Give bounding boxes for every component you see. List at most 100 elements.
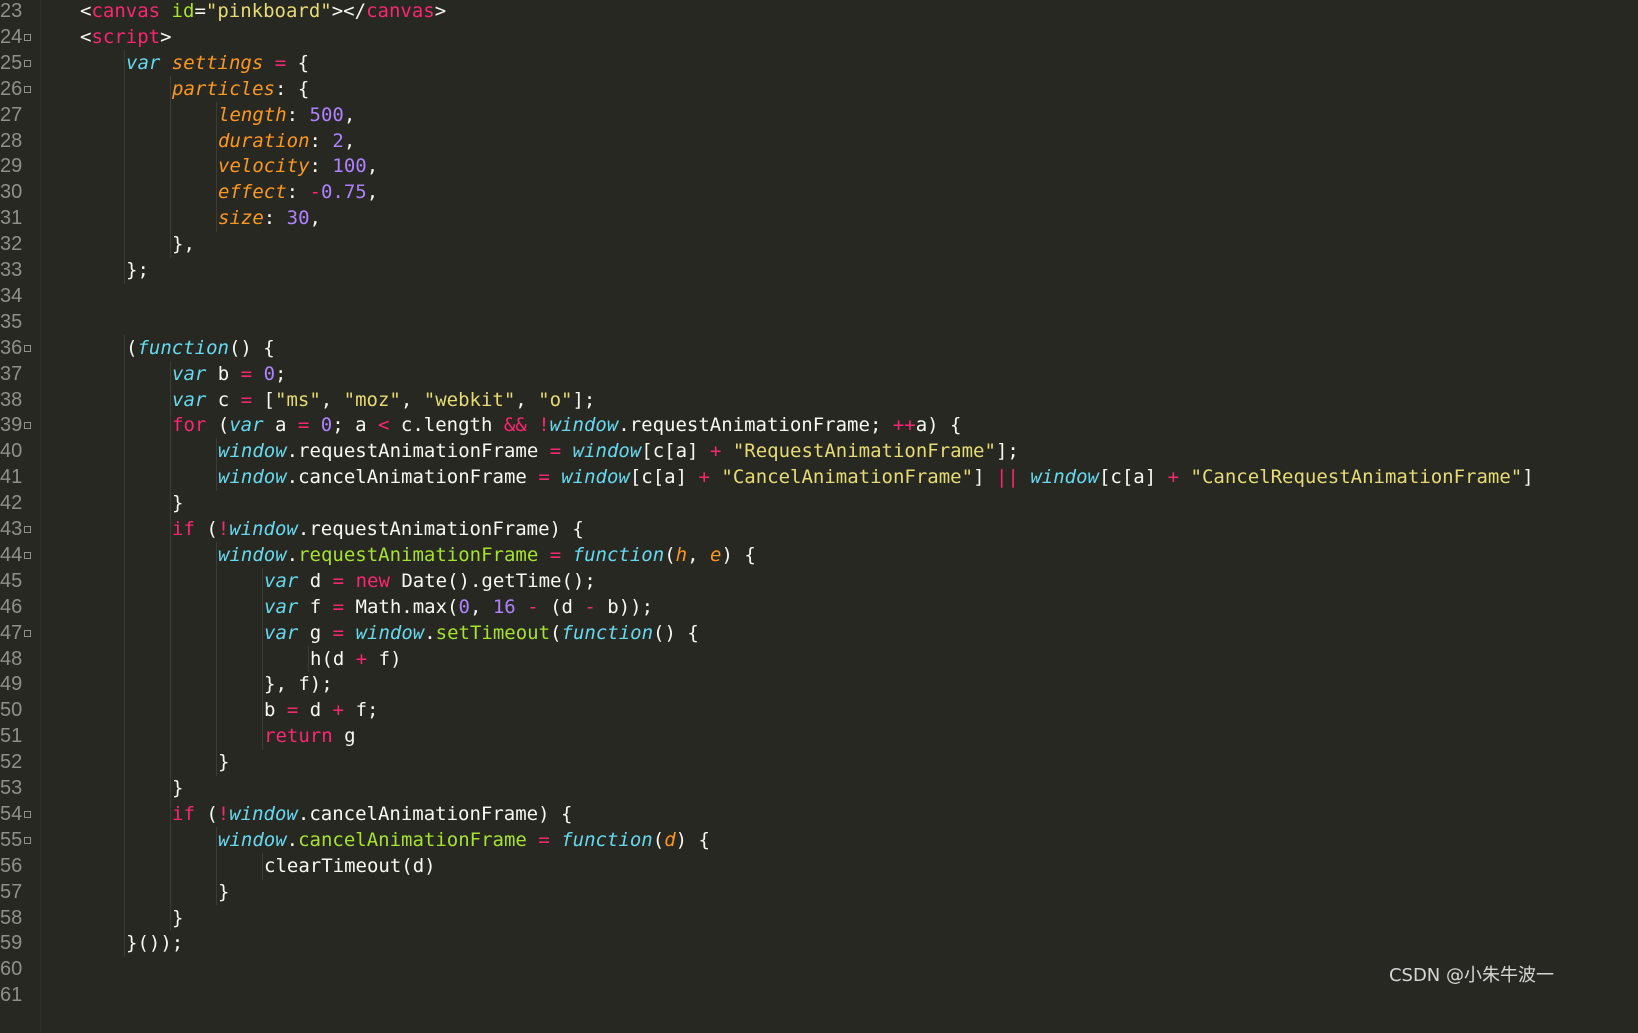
code-token: + [1167,466,1180,489]
code-line[interactable]: } [218,879,229,906]
code-token: window [355,621,425,644]
code-line[interactable]: var b = 0; [172,361,286,388]
code-token: [c[a] [1098,466,1168,489]
indent-guide [124,930,125,958]
code-token: = [332,569,345,592]
code-line[interactable]: effect: -0.75, [218,179,378,206]
indent-guide [170,205,171,233]
fold-toggle-icon[interactable] [24,629,31,637]
code-token: window [218,543,287,566]
code-token: = [286,699,299,722]
code-line[interactable]: window.requestAnimationFrame = window[c[… [218,438,1019,465]
fold-toggle-icon[interactable] [24,85,31,93]
code-token: 30 [286,207,310,230]
code-token: "moz" [343,388,401,411]
code-line[interactable]: return g [264,723,356,750]
code-token: var [264,595,299,618]
code-token: . [286,828,299,851]
line-number: 35 [0,310,23,333]
code-editor[interactable]: 23 24 25 26 27 28 29 30 31 32 33 34 35 36 37 38 39 40 41 42… [0,0,1638,1033]
indent-guide [170,775,171,802]
code-line[interactable]: <script> [80,24,172,51]
code-line[interactable]: for (var a = 0; a < c.length && !window.… [172,412,961,439]
code-token: 0 [458,595,470,618]
indent-guide [170,878,171,906]
indent-guide [170,412,171,440]
code-line[interactable]: duration: 2, [218,128,355,155]
code-token: }, f); [264,673,333,696]
indent-guide [124,490,125,517]
code-line[interactable]: } [172,905,183,932]
fold-toggle-icon[interactable] [24,810,31,818]
code-line[interactable]: window.requestAnimationFrame = function(… [218,542,756,569]
fold-toggle-icon[interactable] [24,33,31,41]
code-token: : [309,155,333,178]
line-number: 41 [0,466,23,489]
code-line[interactable]: var f = Math.max(0, 16 - (d - b)); [264,594,653,621]
code-token: canvas [91,0,161,22]
code-token: cancelAnimationFrame [298,828,527,851]
fold-toggle-icon[interactable] [24,551,31,559]
code-token: } [172,492,184,515]
line-number: 51 [0,725,23,748]
code-token: length [218,103,287,126]
code-token: b)); [595,595,654,618]
code-line[interactable]: window.cancelAnimationFrame = window[c[a… [218,464,1534,491]
code-line[interactable]: particles: { [172,76,309,103]
code-line[interactable]: length: 500, [218,102,355,129]
code-line[interactable]: var c = ["ms", "moz", "webkit", "o"]; [172,387,595,414]
code-line[interactable]: } [172,490,183,517]
code-token: [c[a] [641,440,710,463]
code-line[interactable]: }, [172,231,195,258]
code-area[interactable]: <canvas id="pinkboard"></canvas> <script>… [40,0,1638,1033]
code-line[interactable]: } [218,749,229,776]
indent-guide [170,75,171,103]
code-token: settings [171,51,264,74]
indent-guide [124,723,125,751]
code-line[interactable]: velocity: 100, [218,153,378,180]
indent-guide [124,516,125,543]
line-number: 55 [0,828,23,851]
code-line[interactable]: var g = window.setTimeout(function() { [264,620,699,647]
code-line[interactable]: var d = new Date().getTime(); [264,568,596,595]
code-token: function [137,336,229,359]
code-line[interactable]: window.cancelAnimationFrame = function(d… [218,827,710,854]
code-token: window [218,466,287,489]
code-token: var [264,569,299,592]
code-line[interactable]: }, f); [264,671,333,698]
code-token: .requestAnimationFrame; [618,414,893,437]
indent-guide [170,852,171,880]
code-token: effect [218,181,287,204]
fold-toggle-icon[interactable] [24,526,31,533]
line-number: 26 [0,77,23,100]
code-line[interactable]: size: 30, [218,205,321,232]
code-line[interactable]: <canvas id="pinkboard"></canvas> [80,0,446,25]
line-number: 31 [0,207,23,230]
code-token: 2 [332,129,344,152]
code-line[interactable]: }; [126,257,149,284]
line-number: 34 [0,284,23,307]
line-number: 56 [0,854,23,877]
fold-toggle-icon[interactable] [24,59,31,67]
code-line[interactable]: b = d + f; [264,697,378,724]
indent-guide [216,619,217,647]
code-line[interactable]: var settings = { [126,50,309,77]
fold-toggle-icon[interactable] [24,836,31,844]
code-line[interactable]: if (!window.cancelAnimationFrame) { [172,801,572,828]
code-token: , [515,388,539,411]
indent-guide [124,257,125,284]
code-line[interactable]: h(d + f) [310,646,402,673]
code-token: ( [550,621,562,644]
code-line[interactable]: if (!window.requestAnimationFrame) { [172,516,584,543]
code-line[interactable]: (function() { [126,335,275,362]
fold-toggle-icon[interactable] [24,422,31,430]
code-line[interactable]: }()); [126,930,183,957]
code-token: () { [653,621,699,644]
indent-guide [124,826,125,854]
fold-toggle-icon[interactable] [24,344,31,352]
code-line[interactable]: } [172,775,183,802]
code-line[interactable]: clearTimeout(d) [264,853,436,880]
indent-guide [124,127,125,155]
code-token: < [378,414,390,437]
